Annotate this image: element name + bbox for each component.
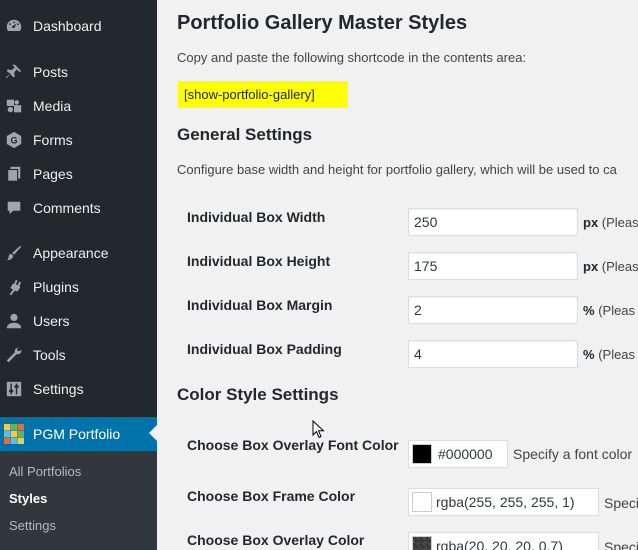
menu-appearance-label: Appearance bbox=[33, 245, 109, 261]
box-height-label: Individual Box Height bbox=[187, 253, 331, 269]
plugin-icon bbox=[4, 278, 24, 296]
portfolio-submenu: All Portfolios Styles Settings bbox=[0, 451, 157, 550]
comment-icon bbox=[4, 199, 24, 217]
menu-forms[interactable]: G Forms bbox=[0, 123, 157, 157]
frame-color-picker[interactable]: rgba(255, 255, 255, 1) bbox=[408, 488, 599, 516]
frame-color-value: rgba(255, 255, 255, 1) bbox=[436, 494, 575, 510]
box-margin-unit-symbol: % bbox=[583, 303, 595, 318]
box-padding-unit: % (Pleas bbox=[583, 346, 635, 364]
media-icon bbox=[4, 97, 24, 115]
dashboard-icon bbox=[4, 17, 24, 35]
overlay-font-color-label: Choose Box Overlay Font Color bbox=[187, 437, 399, 453]
submenu-styles[interactable]: Styles bbox=[9, 491, 47, 507]
overlay-font-color-picker[interactable]: #000000 bbox=[408, 440, 508, 468]
box-height-hint: (Pleas bbox=[601, 259, 638, 274]
pushpin-icon bbox=[4, 63, 24, 81]
mouse-cursor-icon bbox=[312, 420, 325, 439]
menu-plugins[interactable]: Plugins bbox=[0, 270, 157, 304]
sliders-icon bbox=[4, 380, 24, 398]
box-margin-unit: % (Pleas bbox=[583, 302, 635, 320]
box-width-label: Individual Box Width bbox=[187, 209, 326, 225]
box-height-unit: px (Pleas bbox=[583, 258, 638, 276]
overlay-color-value: rgba(20, 20, 20, 0.7) bbox=[436, 538, 563, 550]
user-icon bbox=[4, 312, 24, 330]
page-title: Portfolio Gallery Master Styles bbox=[177, 12, 468, 34]
menu-pgm-portfolio-label: PGM Portfolio bbox=[33, 426, 121, 442]
menu-pages[interactable]: Pages bbox=[0, 157, 157, 191]
menu-dashboard[interactable]: Dashboard bbox=[0, 9, 157, 43]
shortcode-highlight[interactable]: [show-portfolio-gallery] bbox=[178, 81, 348, 108]
submenu-all-portfolios[interactable]: All Portfolios bbox=[9, 464, 81, 480]
overlay-font-color-swatch bbox=[412, 444, 432, 464]
general-settings-heading: General Settings bbox=[177, 125, 313, 144]
menu-users-label: Users bbox=[33, 313, 70, 329]
forms-icon: G bbox=[4, 131, 24, 149]
overlay-font-color-hint: Specify a font color bbox=[513, 446, 633, 462]
overlay-color-label: Choose Box Overlay Color bbox=[187, 532, 365, 548]
overlay-font-color-value: #000000 bbox=[438, 446, 493, 462]
main-content: Portfolio Gallery Master Styles Copy and… bbox=[157, 0, 638, 550]
menu-plugins-label: Plugins bbox=[33, 279, 79, 295]
svg-text:G: G bbox=[10, 136, 17, 146]
box-padding-hint: (Pleas bbox=[598, 347, 636, 362]
menu-pgm-portfolio[interactable]: PGM Portfolio bbox=[0, 417, 157, 451]
box-padding-unit-symbol: % bbox=[583, 347, 595, 362]
portfolio-grid-icon bbox=[4, 424, 24, 444]
paintbrush-icon bbox=[4, 244, 24, 262]
menu-posts[interactable]: Posts bbox=[0, 55, 157, 89]
box-padding-input[interactable] bbox=[408, 340, 578, 368]
overlay-color-swatch bbox=[412, 536, 432, 550]
menu-pages-label: Pages bbox=[33, 166, 73, 182]
pages-icon bbox=[4, 165, 24, 183]
frame-color-hint: Speci bbox=[604, 495, 638, 511]
box-width-unit-symbol: px bbox=[583, 215, 599, 230]
box-height-unit-symbol: px bbox=[583, 259, 599, 274]
shortcode-intro: Copy and paste the following shortcode i… bbox=[177, 50, 527, 65]
menu-media-label: Media bbox=[33, 98, 72, 114]
box-width-input[interactable] bbox=[408, 208, 578, 236]
color-settings-heading: Color Style Settings bbox=[177, 385, 339, 404]
box-padding-label: Individual Box Padding bbox=[187, 341, 342, 357]
menu-comments-label: Comments bbox=[33, 200, 101, 216]
menu-media[interactable]: Media bbox=[0, 89, 157, 123]
menu-settings[interactable]: Settings bbox=[0, 372, 157, 406]
overlay-color-hint: Speci bbox=[604, 539, 638, 550]
menu-comments[interactable]: Comments bbox=[0, 191, 157, 225]
wrench-icon bbox=[4, 346, 24, 364]
menu-dashboard-label: Dashboard bbox=[33, 18, 102, 34]
box-margin-input[interactable] bbox=[408, 296, 578, 324]
menu-posts-label: Posts bbox=[33, 64, 69, 80]
box-margin-label: Individual Box Margin bbox=[187, 297, 333, 313]
overlay-color-picker[interactable]: rgba(20, 20, 20, 0.7) bbox=[408, 532, 599, 550]
frame-color-swatch bbox=[412, 492, 432, 512]
menu-tools[interactable]: Tools bbox=[0, 338, 157, 372]
box-width-hint: (Pleas bbox=[601, 215, 638, 230]
box-width-unit: px (Pleas bbox=[583, 214, 638, 232]
general-settings-description: Configure base width and height for port… bbox=[177, 162, 617, 177]
menu-appearance[interactable]: Appearance bbox=[0, 236, 157, 270]
frame-color-label: Choose Box Frame Color bbox=[187, 488, 356, 504]
menu-users[interactable]: Users bbox=[0, 304, 157, 338]
submenu-settings[interactable]: Settings bbox=[9, 518, 56, 534]
box-height-input[interactable] bbox=[408, 252, 578, 280]
menu-forms-label: Forms bbox=[33, 132, 73, 148]
menu-tools-label: Tools bbox=[33, 347, 66, 363]
box-margin-hint: (Pleas bbox=[598, 303, 636, 318]
menu-settings-label: Settings bbox=[33, 381, 84, 397]
admin-sidebar: Dashboard Posts Media G Forms Pages Comm… bbox=[0, 0, 157, 550]
